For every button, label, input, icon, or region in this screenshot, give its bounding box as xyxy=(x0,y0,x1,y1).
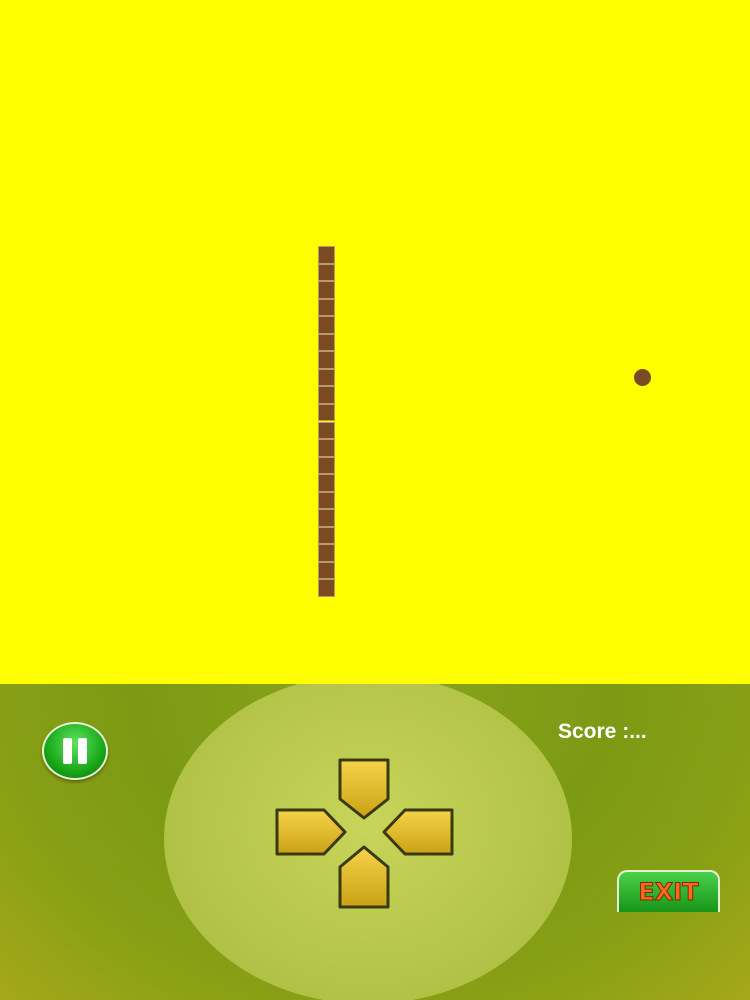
score-label: Score :... xyxy=(558,720,647,743)
snake-segment xyxy=(318,561,335,580)
pause-button[interactable] xyxy=(42,722,108,780)
snake-segment xyxy=(318,386,335,404)
snake-segment xyxy=(318,351,335,369)
down-arrow-icon xyxy=(338,845,390,909)
food-pellet xyxy=(634,369,651,386)
snake-segment xyxy=(318,579,335,597)
snake-segment xyxy=(318,526,335,545)
snake-segment xyxy=(318,333,335,352)
snake-segment xyxy=(318,246,335,264)
dpad-right-button[interactable] xyxy=(381,807,455,857)
snake-segment xyxy=(318,263,335,282)
snake-segment xyxy=(318,474,335,492)
snake xyxy=(318,246,335,597)
snake-segment xyxy=(318,298,335,317)
snake-segment xyxy=(318,281,335,299)
right-arrow-icon xyxy=(382,808,454,856)
game-board xyxy=(0,0,750,684)
exit-label: EXIT xyxy=(638,878,699,907)
dpad-halo xyxy=(164,684,572,1000)
control-panel: Score :... EXIT xyxy=(0,684,750,1000)
dpad-down-button[interactable] xyxy=(337,844,391,910)
snake-segment xyxy=(318,316,335,334)
snake-segment xyxy=(318,421,335,440)
snake-segment xyxy=(318,439,335,457)
snake-segment xyxy=(318,491,335,510)
exit-button[interactable]: EXIT xyxy=(617,870,720,912)
snake-segment xyxy=(318,509,335,527)
snake-segment xyxy=(318,368,335,387)
snake-segment xyxy=(318,456,335,475)
snake-segment xyxy=(318,403,335,422)
snake-segment xyxy=(318,544,335,562)
